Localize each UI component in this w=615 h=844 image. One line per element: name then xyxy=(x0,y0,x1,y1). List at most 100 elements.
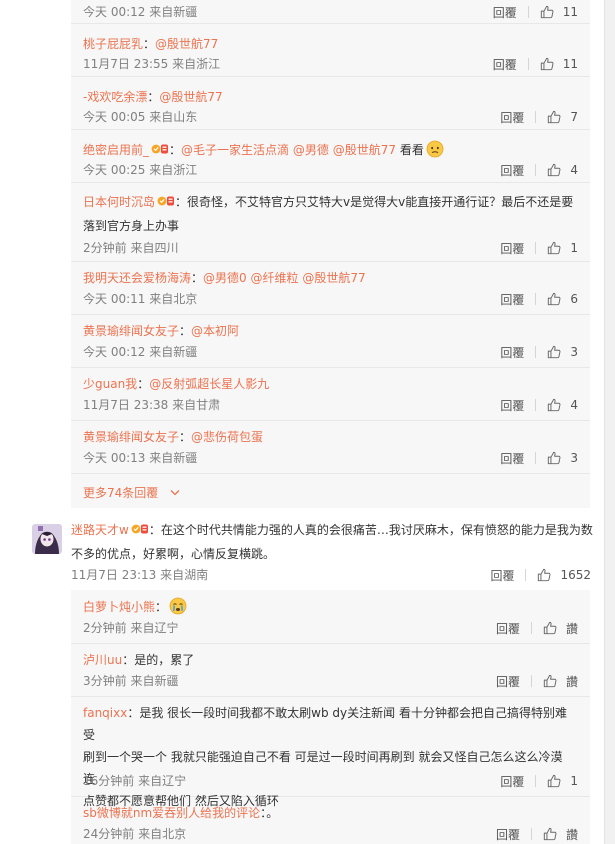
reply-item: 日本何时沉岛 ：很奇怪，不艾特官方只艾特大v是觉得大v能直接开通行证？最后不还是要… xyxy=(71,182,590,262)
reply-button[interactable]: 回覆 xyxy=(496,826,520,843)
reply-username[interactable]: 桃子屁屁乳 xyxy=(83,37,143,51)
reply-meta: 今天 00:05 来自山东 xyxy=(83,110,198,124)
reply-text: 黄景瑜绯闻女友子：@悲伤荷包蛋 xyxy=(83,425,578,449)
avatar[interactable] xyxy=(32,524,62,554)
reply-username[interactable]: 黄景瑜绯闻女友子 xyxy=(83,430,179,444)
thumbs-up-icon[interactable] xyxy=(543,621,557,635)
reply-meta: 今天 00:25 来自浙江 xyxy=(83,163,198,177)
comment-text: 迷路天才w ：在这个时代共情能力强的人真的会很痛苦…我讨厌麻木，保有愤怒的能力是我… xyxy=(71,518,593,566)
reply-button[interactable]: 回覆 xyxy=(496,620,520,637)
like-label[interactable]: 讚 xyxy=(566,620,578,637)
colon: ： xyxy=(127,706,140,720)
thumbs-up-icon[interactable] xyxy=(547,774,561,788)
mention-link[interactable]: @毛子一家生活点滴 xyxy=(181,143,289,157)
reply-username[interactable]: 少guan我 xyxy=(83,377,137,391)
colon: ： xyxy=(155,600,168,614)
reply-button[interactable]: 回覆 xyxy=(500,162,524,179)
reply-body-line: 落到官方身上办事 xyxy=(83,219,180,233)
action-divider xyxy=(525,569,527,581)
reply-actions: 回覆 11 xyxy=(493,56,578,72)
reply-button[interactable]: 回覆 xyxy=(493,4,517,21)
colon: ： xyxy=(137,377,150,391)
reply-item: 白萝卜炖小熊： 2分钟前 来自辽宁 回覆 讚 xyxy=(71,590,590,644)
thumbs-up-icon[interactable] xyxy=(547,163,561,177)
reply-text: 少guan我：@反射弧超长星人影九 xyxy=(83,372,578,396)
mention-link[interactable]: @男德 xyxy=(293,143,329,157)
reply-text: sb微博就nm爱吞别人给我的评论：。 xyxy=(83,801,578,825)
reply-button[interactable]: 回覆 xyxy=(500,344,524,361)
comment-username[interactable]: 迷路天才w xyxy=(71,523,129,537)
reply-text: 桃子屁屁乳：@殷世航77 xyxy=(83,32,578,56)
reply-button[interactable]: 回覆 xyxy=(496,673,520,690)
reply-button[interactable]: 回覆 xyxy=(500,773,524,790)
reply-username[interactable]: 我明天还会爱杨海涛 xyxy=(83,271,191,285)
scrollbar-track[interactable] xyxy=(604,0,615,844)
action-divider xyxy=(535,111,537,123)
reply-username[interactable]: 绝密启用前_ xyxy=(83,143,149,157)
action-divider xyxy=(535,452,537,464)
thumbs-up-icon[interactable] xyxy=(543,827,557,841)
thumbs-up-icon[interactable] xyxy=(540,57,554,71)
thumbs-up-icon[interactable] xyxy=(547,345,561,359)
like-count: 11 xyxy=(562,57,578,71)
thumbs-up-icon[interactable] xyxy=(547,292,561,306)
reply-username[interactable]: 日本何时沉岛 xyxy=(83,195,155,209)
reply-button[interactable]: 回覆 xyxy=(500,109,524,126)
colon: ： xyxy=(143,37,156,51)
thumbs-up-icon[interactable] xyxy=(547,241,561,255)
reply-item: 今天 00:12 来自新疆 回覆 11 xyxy=(71,0,590,24)
thumbs-up-icon[interactable] xyxy=(547,451,561,465)
reply-username[interactable]: fanqixx xyxy=(83,706,127,720)
mention-link[interactable]: @反射弧超长星人影九 xyxy=(149,377,269,391)
colon: ： xyxy=(179,324,192,338)
reply-text: -戏欢吃余漂：@殷世航77 xyxy=(83,85,578,109)
colon: ： xyxy=(148,523,161,537)
thumbs-up-icon[interactable] xyxy=(547,398,561,412)
reply-button[interactable]: 回覆 xyxy=(490,567,514,584)
more-replies-link[interactable]: 更多74条回覆 xyxy=(83,485,180,501)
mention-link[interactable]: @男德0 xyxy=(203,271,247,285)
mention-link[interactable]: @殷世航77 xyxy=(302,271,365,285)
reply-button[interactable]: 回覆 xyxy=(500,450,524,467)
member-badge-icon xyxy=(131,522,149,536)
colon: ： xyxy=(147,90,160,104)
reply-text: 黄景瑜绯闻女友子：@本初阿 xyxy=(83,319,578,343)
mention-link[interactable]: @纤维粒 xyxy=(251,271,299,285)
reply-button[interactable]: 回覆 xyxy=(500,397,524,414)
like-label[interactable]: 讚 xyxy=(566,826,578,843)
reply-username[interactable]: 白萝卜炖小熊 xyxy=(83,600,155,614)
reply-meta: 2分钟前 来自四川 xyxy=(83,241,179,255)
comment-body-line: 在这个时代共情能力强的人真的会很痛苦…我讨厌麻木，保有愤怒的能力是我为数 xyxy=(160,523,593,537)
mention-link[interactable]: @殷世航77 xyxy=(333,143,396,157)
like-count: 4 xyxy=(570,163,578,177)
thumbs-up-icon[interactable] xyxy=(537,568,551,582)
mention-link[interactable]: @殷世航77 xyxy=(155,37,218,51)
reply-item: 黄景瑜绯闻女友子：@本初阿 今天 00:12 来自新疆 回覆 3 xyxy=(71,314,590,368)
reply-button[interactable]: 回覆 xyxy=(500,240,524,257)
reply-username[interactable]: 泸川uu xyxy=(83,653,122,667)
mention-link[interactable]: @本初阿 xyxy=(191,324,239,338)
thumbs-up-icon[interactable] xyxy=(547,110,561,124)
thumbs-up-icon[interactable] xyxy=(540,5,554,19)
reply-actions: 回覆 讚 xyxy=(496,620,578,636)
reply-text: 泸川uu：是的，累了 xyxy=(83,648,578,672)
reply-actions: 回覆 3 xyxy=(500,450,578,466)
reply-body: 看看 xyxy=(396,143,424,157)
reply-meta: 16分钟前 来自辽宁 xyxy=(83,774,187,788)
reply-username[interactable]: sb微博就nm爱吞别人给我的评论 xyxy=(83,806,260,820)
thumbs-up-icon[interactable] xyxy=(543,674,557,688)
reply-item: sb微博就nm爱吞别人给我的评论：。 24分钟前 来自北京 回覆 讚 xyxy=(71,796,590,844)
reply-button[interactable]: 回覆 xyxy=(500,291,524,308)
reply-item: 绝密启用前_ ：@毛子一家生活点滴 @男德 @殷世航77 看看 今天 00:25 … xyxy=(71,129,590,183)
reply-list-lower: 白萝卜炖小熊： 2分钟前 来自辽宁 回覆 讚 泸川uu：是的，累了 3分钟前 来… xyxy=(71,590,590,844)
reply-username[interactable]: 黄景瑜绯闻女友子 xyxy=(83,324,179,338)
mention-link[interactable]: @殷世航77 xyxy=(159,90,222,104)
like-count: 3 xyxy=(570,345,578,359)
like-label[interactable]: 讚 xyxy=(566,673,578,690)
reply-button[interactable]: 回覆 xyxy=(493,56,517,73)
reply-username[interactable]: -戏欢吃余漂 xyxy=(83,90,147,104)
action-divider xyxy=(527,58,529,70)
reply-item: 少guan我：@反射弧超长星人影九 11月7日 23:38 来自甘肃 回覆 4 xyxy=(71,367,590,421)
reply-meta: 11月7日 23:55 来自浙江 xyxy=(83,57,221,71)
mention-link[interactable]: @悲伤荷包蛋 xyxy=(191,430,263,444)
